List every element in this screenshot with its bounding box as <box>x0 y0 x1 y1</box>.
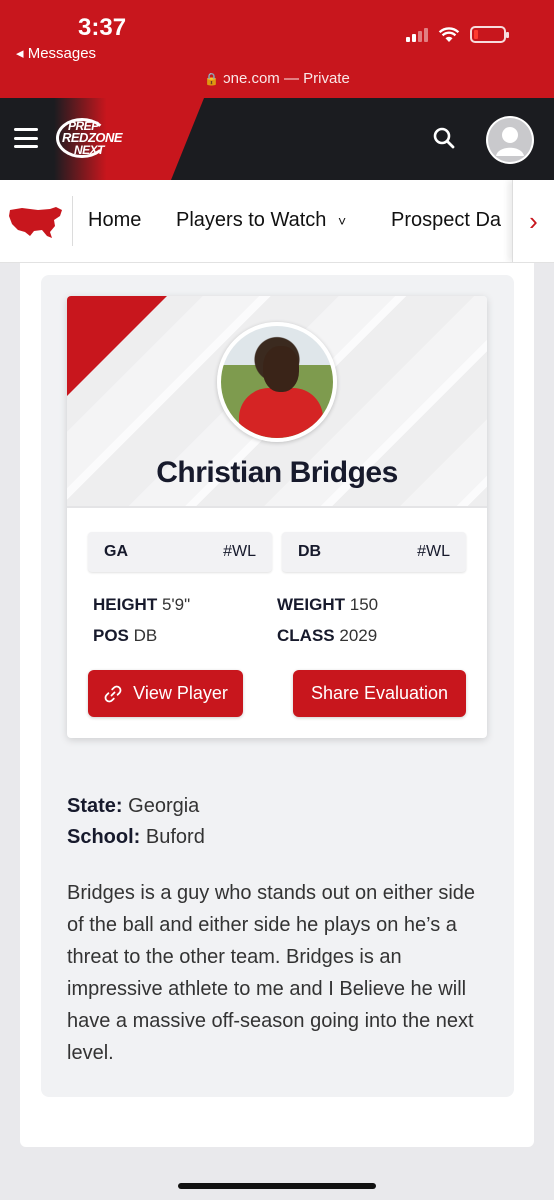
prep-redzone-logo[interactable]: PREP REDZONE NEXT <box>56 116 140 162</box>
share-evaluation-button[interactable]: Share Evaluation <box>293 670 466 717</box>
evaluation-text: Bridges is a guy who stands out on eithe… <box>67 882 476 1064</box>
state-info: State: Georgia <box>67 795 200 817</box>
clock: 3:37 <box>78 14 127 41</box>
view-player-label: View Player <box>133 683 228 703</box>
lock-icon: 🔒 <box>204 72 220 86</box>
player-name: Christian Bridges <box>156 456 398 489</box>
state-rank-tag: GA #WL <box>88 532 272 572</box>
position-rank-tag: DB #WL <box>282 532 466 572</box>
card-header: Christian Bridges <box>67 296 487 508</box>
wifi-icon <box>438 26 460 42</box>
address-bar[interactable]: 🔒 ɔne.com — Private <box>0 70 554 87</box>
position-tag: DB <box>298 543 322 560</box>
signal-icon <box>406 27 428 42</box>
view-player-button[interactable]: View Player <box>88 670 243 717</box>
home-indicator[interactable] <box>178 1183 376 1189</box>
school-info: School: Buford <box>67 826 205 848</box>
system-indicators <box>406 26 509 43</box>
battery-icon <box>470 26 509 43</box>
state-tag: GA <box>104 543 128 560</box>
nav-players-label: Players to Watch <box>176 209 327 231</box>
weight-stat: WEIGHT 150 <box>277 595 379 614</box>
position-rank: #WL <box>417 543 450 560</box>
top-navigation: Home Players to Watch ˅ Prospect Da › <box>0 180 554 263</box>
user-avatar-icon[interactable] <box>486 116 534 164</box>
url-text: ɔne.com — Private <box>223 70 350 87</box>
nav-divider <box>72 196 73 246</box>
player-card: Christian Bridges GA #WL DB #WL HEIGHT 5… <box>67 296 487 738</box>
usa-map-icon[interactable] <box>8 204 64 240</box>
class-stat: CLASS 2029 <box>277 626 378 645</box>
back-to-messages-link[interactable]: ◂ Messages <box>16 44 96 62</box>
share-evaluation-label: Share Evaluation <box>310 683 449 703</box>
nav-prospect-database[interactable]: Prospect Da <box>391 209 501 232</box>
hamburger-icon[interactable] <box>14 128 38 148</box>
nav-players-to-watch[interactable]: Players to Watch ˅ <box>176 209 346 232</box>
chevron-down-icon: ˅ <box>337 212 347 229</box>
player-photo <box>217 322 337 442</box>
site-header: PREP REDZONE NEXT <box>0 98 554 180</box>
link-icon <box>104 685 122 702</box>
height-stat: HEIGHT 5'9" <box>93 595 191 614</box>
position-stat: POS DB <box>93 626 158 645</box>
nav-home[interactable]: Home <box>88 209 141 232</box>
state-rank: #WL <box>223 543 256 560</box>
chevron-right-icon[interactable]: › <box>512 180 554 262</box>
search-icon[interactable] <box>432 126 456 150</box>
ios-status-bar: 3:37 ◂ Messages 🔒 ɔne.com — Private <box>0 0 554 98</box>
red-corner-accent <box>67 296 167 396</box>
